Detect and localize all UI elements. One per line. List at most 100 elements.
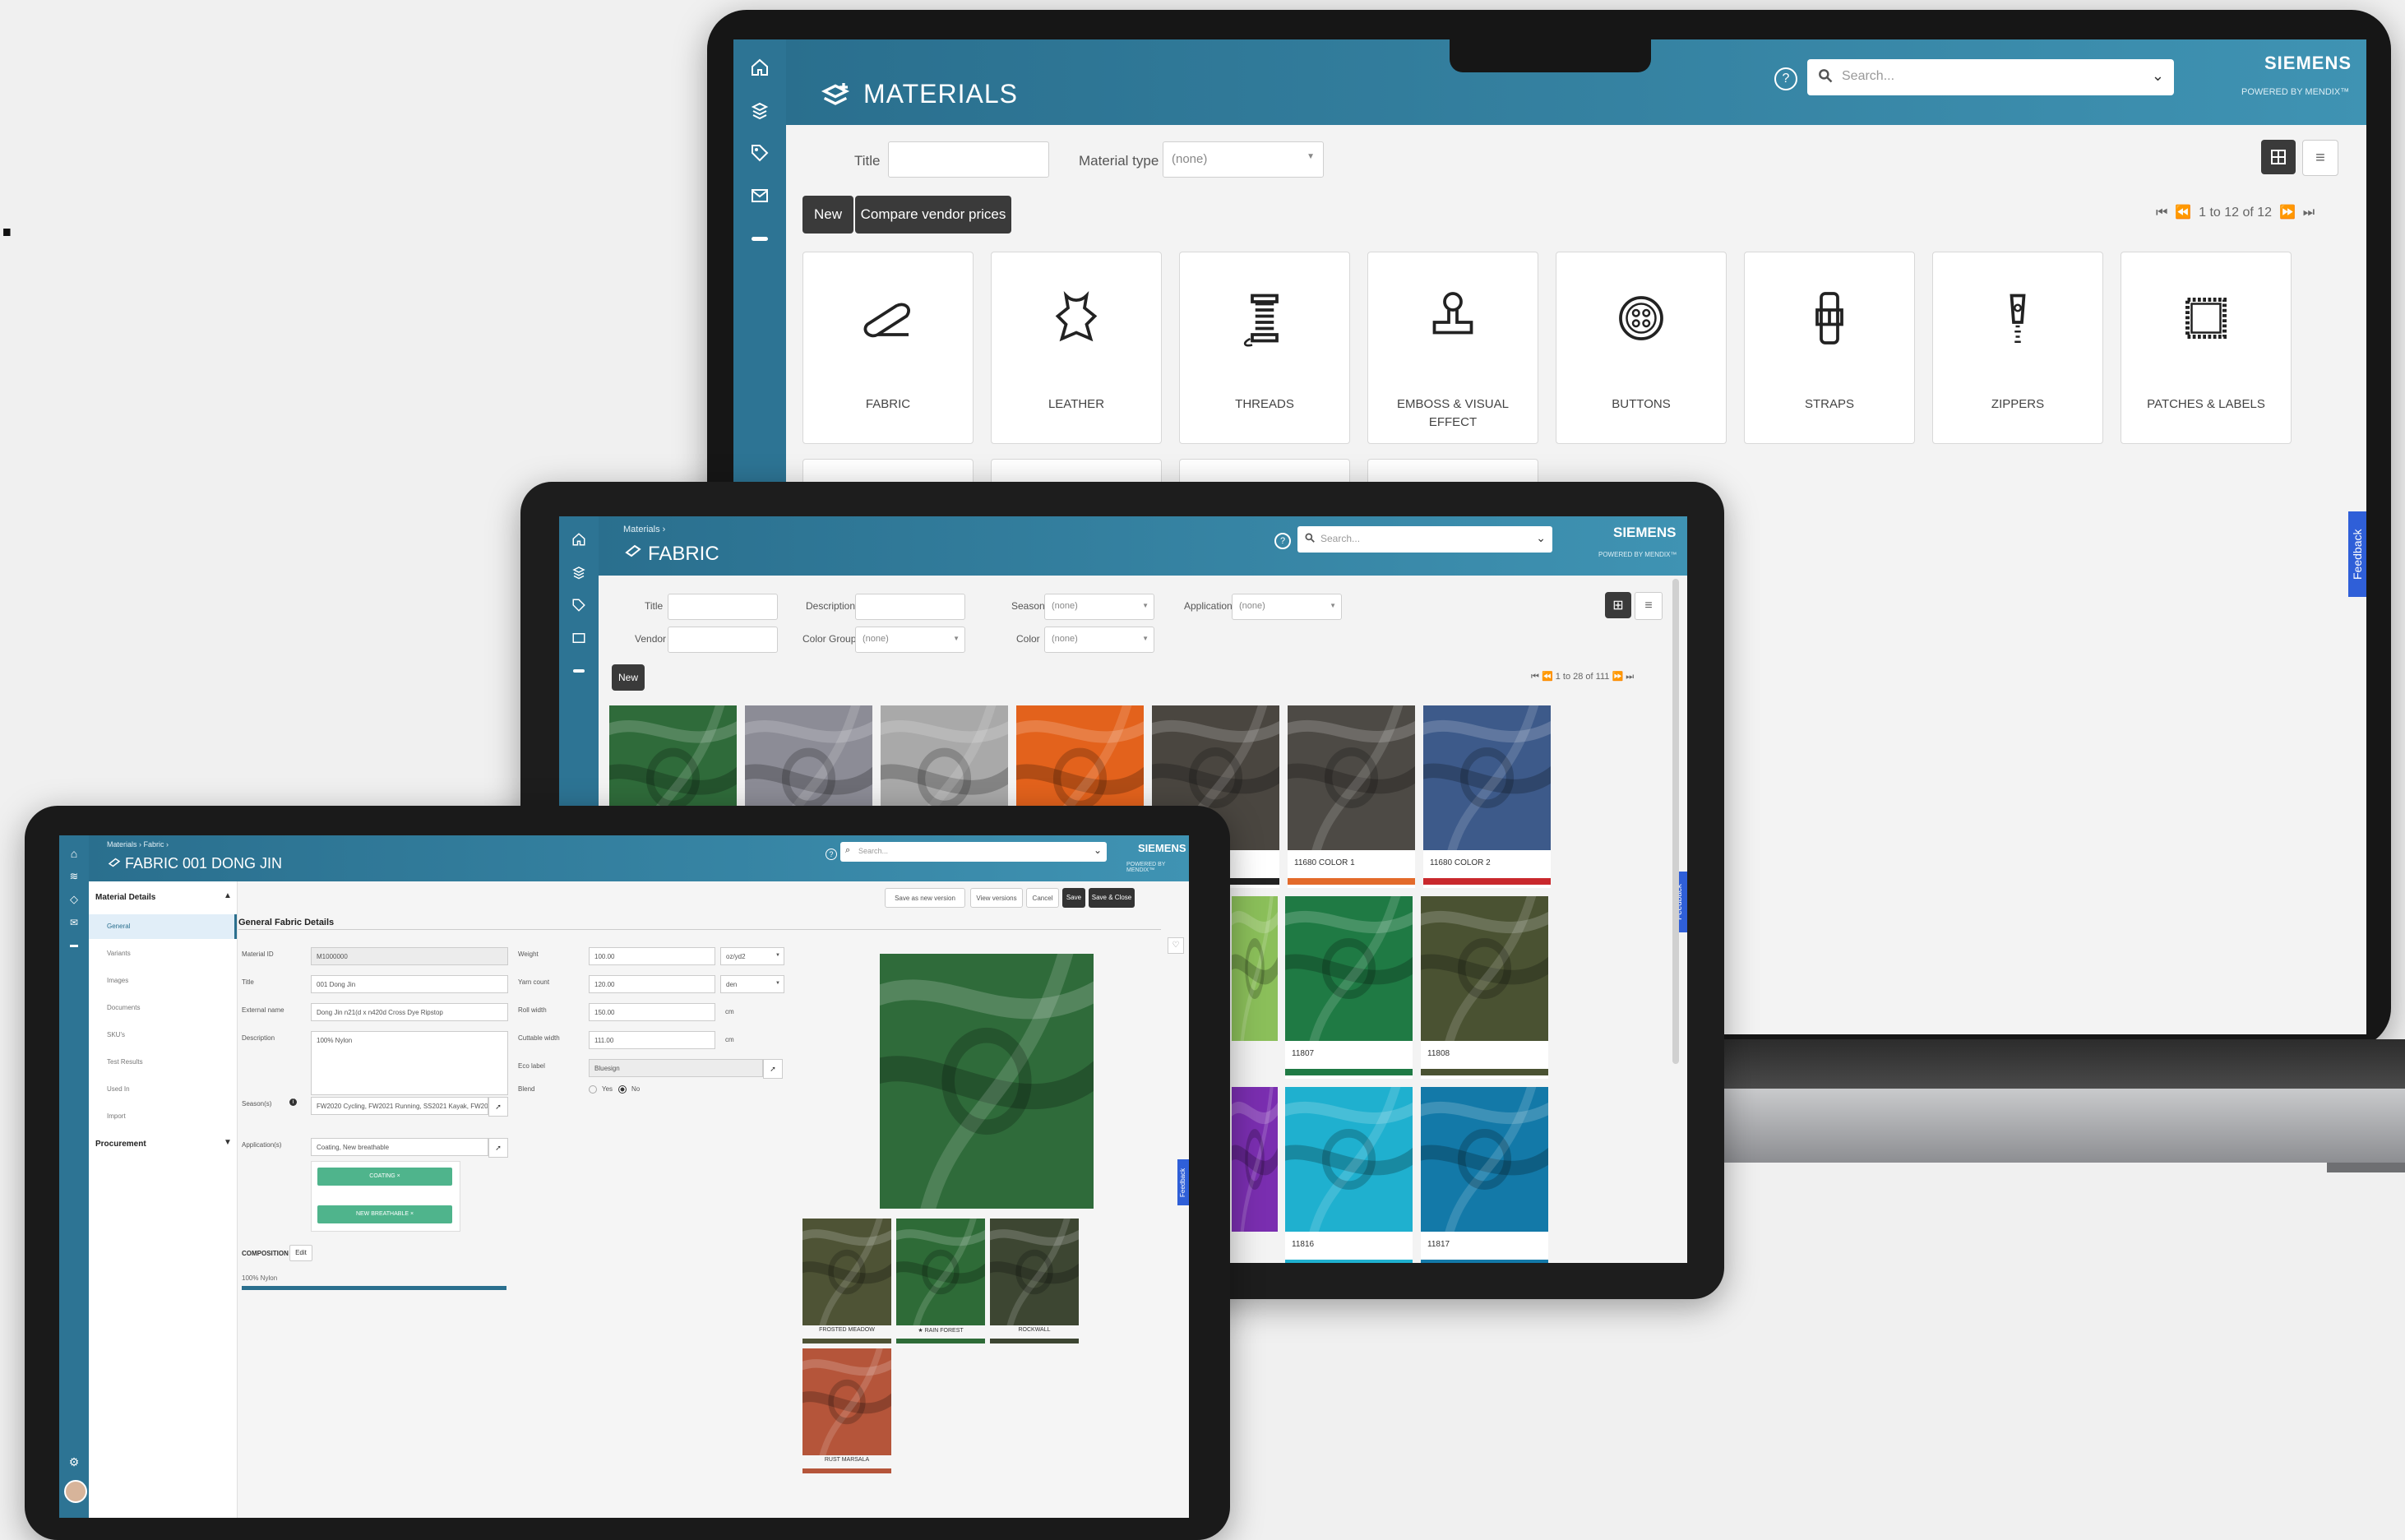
grid-view-button[interactable] [2261, 140, 2296, 174]
home-icon[interactable]: ⌂ [64, 845, 84, 862]
view-versions-button[interactable]: View versions [970, 888, 1023, 908]
field-input[interactable]: 100% Nylon [311, 1031, 508, 1095]
fabric-swatch[interactable]: 11808 [1421, 896, 1548, 1079]
category-card-fabric[interactable]: FABRIC [802, 252, 974, 444]
chevron-down-icon[interactable]: ⌄ [2152, 67, 2164, 85]
info-icon[interactable]: i [289, 1098, 297, 1106]
search-input[interactable]: Search... ⌄ [1297, 526, 1552, 553]
materials-icon[interactable] [569, 562, 589, 582]
category-card-emboss-visual-effect[interactable]: EMBOSS & VISUAL EFFECT [1367, 252, 1538, 444]
blend-yes-radio[interactable] [589, 1085, 597, 1094]
vendor-filter-input[interactable] [668, 627, 778, 653]
color-group-select[interactable]: (none) ▼ [855, 627, 965, 653]
last-page-icon[interactable]: ⏭ [2303, 206, 2315, 220]
fabric-swatch[interactable]: 11817 [1421, 1087, 1548, 1263]
title-filter-input[interactable] [888, 141, 1049, 178]
cancel-button[interactable]: Cancel [1026, 888, 1059, 908]
field-input[interactable]: Bluesign [589, 1059, 763, 1077]
field-input[interactable]: 001 Dong Jin [311, 975, 508, 993]
fabric-swatch-partial[interactable] [1232, 896, 1278, 1041]
save-button[interactable]: Save [1062, 888, 1085, 908]
search-input[interactable]: Search... ⌄ [1807, 59, 2174, 95]
fabric-swatch-partial[interactable] [1232, 1087, 1278, 1232]
application-tag[interactable]: COATING × [317, 1168, 452, 1186]
season-select[interactable]: (none) ▼ [1044, 594, 1154, 620]
unit-select[interactable]: den ▼ [720, 975, 784, 993]
nav-section-procurement[interactable]: Procurement [95, 1140, 146, 1149]
variant-swatch[interactable]: ★ RAIN FOREST [885, 1206, 997, 1345]
home-icon[interactable] [569, 530, 589, 549]
mail-icon[interactable] [748, 184, 771, 207]
feedback-tab[interactable]: Feedback [1177, 1159, 1189, 1205]
help-icon[interactable]: ? [1274, 533, 1291, 549]
new-button[interactable]: New [802, 196, 853, 234]
nav-item-test-results[interactable]: Test Results [89, 1050, 237, 1075]
color-select[interactable]: (none) ▼ [1044, 627, 1154, 653]
nav-item-general[interactable]: General [89, 914, 237, 939]
favorite-icon[interactable]: ♡ [1168, 937, 1184, 954]
fabric-swatch[interactable]: 11680 COLOR 1 [1288, 705, 1415, 888]
category-card-buttons[interactable]: BUTTONS [1556, 252, 1727, 444]
chevron-down-icon[interactable]: ▼ [224, 1138, 232, 1147]
title-filter-input[interactable] [668, 594, 778, 620]
minus-icon[interactable] [64, 937, 84, 954]
lookup-button[interactable]: ➚ [488, 1138, 508, 1158]
category-card-patches-labels[interactable]: PATCHES & LABELS [2121, 252, 2292, 444]
minus-icon[interactable] [748, 227, 771, 250]
variant-swatch[interactable]: FROSTED MEADOW [791, 1206, 904, 1345]
chevron-down-icon[interactable]: ⌄ [1094, 844, 1102, 856]
application-select[interactable]: (none) ▼ [1232, 594, 1342, 620]
prev-page-icon[interactable]: ⏪ [1542, 672, 1553, 682]
first-page-icon[interactable]: ⏮ [2156, 206, 2167, 220]
compare-vendor-prices-button[interactable]: Compare vendor prices [855, 196, 1011, 234]
fabric-swatch[interactable]: 11816 [1285, 1087, 1413, 1263]
variant-swatch[interactable]: RUST MARSALA [791, 1336, 904, 1475]
chevron-down-icon[interactable]: ⌄ [1536, 531, 1546, 545]
gear-icon[interactable]: ⚙ [64, 1454, 84, 1470]
field-input[interactable]: 120.00 [589, 975, 715, 993]
help-icon[interactable]: ? [1774, 67, 1797, 90]
tag-icon[interactable] [748, 141, 771, 164]
description-filter-input[interactable] [855, 594, 965, 620]
grid-view-button[interactable]: ⊞ [1605, 592, 1631, 618]
material-type-select[interactable]: (none) ▼ [1163, 141, 1324, 178]
variant-swatch[interactable]: ROCKWALL [978, 1206, 1091, 1345]
last-page-icon[interactable]: ⏭ [1626, 672, 1634, 682]
field-input[interactable]: Coating, New breathable [311, 1138, 488, 1156]
unit-select[interactable]: oz/yd2 ▼ [720, 947, 784, 965]
save-close-button[interactable]: Save & Close [1089, 888, 1135, 908]
field-input[interactable]: 100.00 [589, 947, 715, 965]
next-page-icon[interactable]: ⏩ [2279, 206, 2296, 220]
tag-icon[interactable] [569, 595, 589, 615]
nav-item-import[interactable]: Import [89, 1104, 237, 1129]
lookup-button[interactable]: ➚ [488, 1097, 508, 1117]
nav-item-images[interactable]: Images [89, 969, 237, 993]
next-page-icon[interactable]: ⏩ [1612, 672, 1623, 682]
field-input[interactable]: Dong Jin n21(d x n420d Cross Dye Ripstop [311, 1003, 508, 1021]
nav-section-material-details[interactable]: Material Details [95, 893, 155, 902]
avatar[interactable] [64, 1480, 87, 1503]
lookup-button[interactable]: ➚ [763, 1059, 783, 1079]
composition-edit-button[interactable]: Edit [289, 1245, 312, 1261]
home-icon[interactable] [748, 56, 771, 79]
list-view-button[interactable]: ≡ [1635, 592, 1663, 620]
scrollbar[interactable] [1672, 579, 1679, 1064]
fabric-swatch[interactable]: 11807 [1285, 896, 1413, 1079]
materials-icon[interactable]: ≋ [64, 868, 84, 885]
list-view-button[interactable]: ≡ [2302, 140, 2338, 176]
new-button[interactable]: New [612, 664, 645, 691]
mail-icon[interactable] [569, 628, 589, 648]
nav-item-documents[interactable]: Documents [89, 996, 237, 1020]
category-card-straps[interactable]: STRAPS [1744, 252, 1915, 444]
nav-item-variants[interactable]: Variants [89, 941, 237, 966]
field-input[interactable]: FW2020 Cycling, FW2021 Running, SS2021 K… [311, 1097, 488, 1115]
application-tag[interactable]: NEW BREATHABLE × [317, 1205, 452, 1223]
fabric-swatch[interactable]: 11680 COLOR 2 [1423, 705, 1551, 888]
field-input[interactable]: 111.00 [589, 1031, 715, 1049]
tag-icon[interactable]: ◇ [64, 891, 84, 908]
blend-no-radio[interactable] [618, 1085, 627, 1094]
save-as-new-version-button[interactable]: Save as new version [885, 888, 965, 908]
mail-icon[interactable]: ✉ [64, 914, 84, 931]
minus-icon[interactable] [569, 661, 589, 681]
chevron-up-icon[interactable]: ▲ [224, 891, 232, 900]
